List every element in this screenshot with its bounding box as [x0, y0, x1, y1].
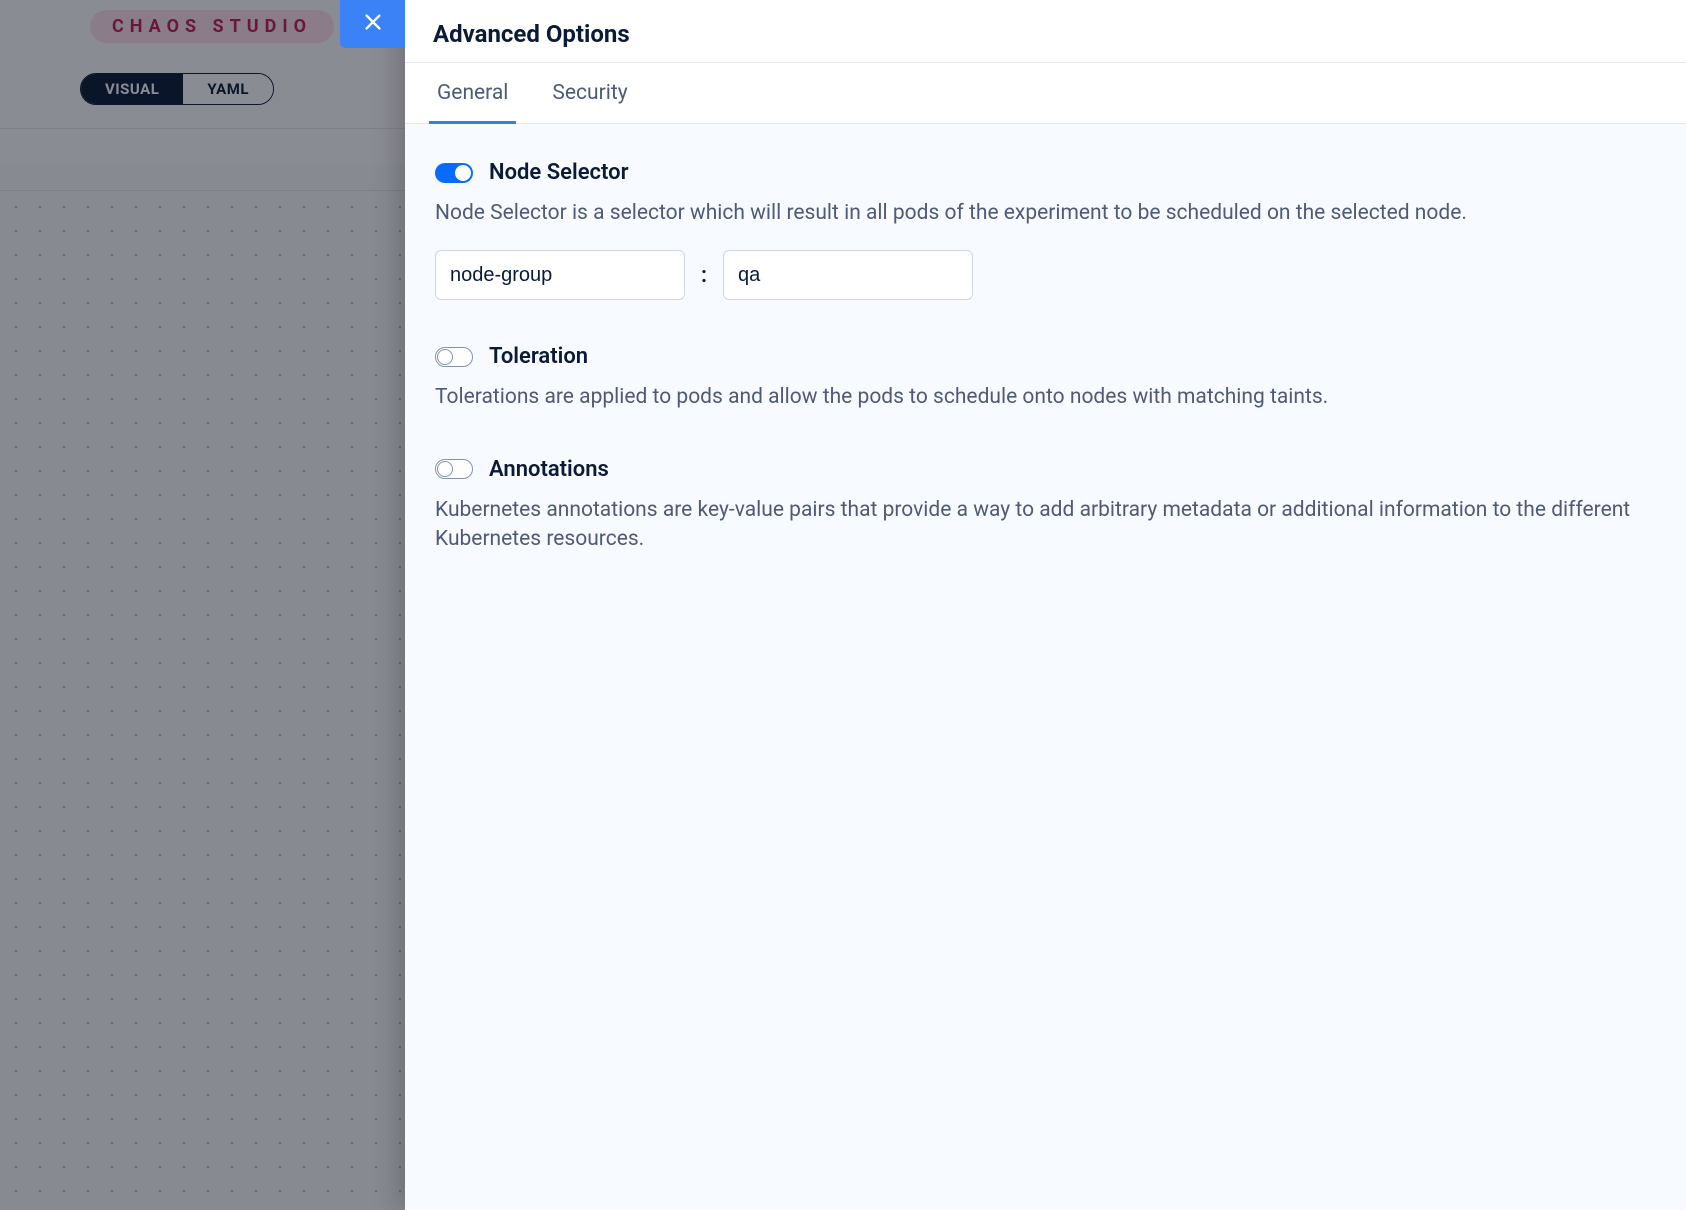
- advanced-options-drawer: Advanced Options General Security Node S…: [405, 0, 1686, 1210]
- node-selector-title: Node Selector: [489, 160, 629, 185]
- tab-bar: General Security: [405, 63, 1686, 124]
- section-annotations: Annotations Kubernetes annotations are k…: [435, 457, 1656, 555]
- node-selector-desc: Node Selector is a selector which will r…: [435, 199, 1656, 228]
- close-button[interactable]: [340, 0, 405, 48]
- node-selector-kv-row: :: [435, 250, 1656, 300]
- toleration-desc: Tolerations are applied to pods and allo…: [435, 383, 1656, 412]
- annotations-desc: Kubernetes annotations are key-value pai…: [435, 496, 1656, 555]
- section-node-selector: Node Selector Node Selector is a selecto…: [435, 160, 1656, 300]
- drawer-content: Node Selector Node Selector is a selecto…: [405, 124, 1686, 1210]
- toleration-toggle[interactable]: [435, 347, 473, 367]
- kv-separator: :: [701, 263, 707, 288]
- drawer-header: Advanced Options: [405, 0, 1686, 63]
- node-selector-toggle[interactable]: [435, 163, 473, 183]
- node-selector-key-input[interactable]: [435, 250, 685, 300]
- annotations-toggle[interactable]: [435, 459, 473, 479]
- drawer-title: Advanced Options: [433, 20, 1658, 48]
- tab-general[interactable]: General: [429, 63, 516, 124]
- close-icon: [362, 11, 384, 37]
- toleration-title: Toleration: [489, 344, 588, 369]
- section-toleration: Toleration Tolerations are applied to po…: [435, 344, 1656, 412]
- annotations-title: Annotations: [489, 457, 609, 482]
- tab-security[interactable]: Security: [544, 63, 635, 124]
- node-selector-value-input[interactable]: [723, 250, 973, 300]
